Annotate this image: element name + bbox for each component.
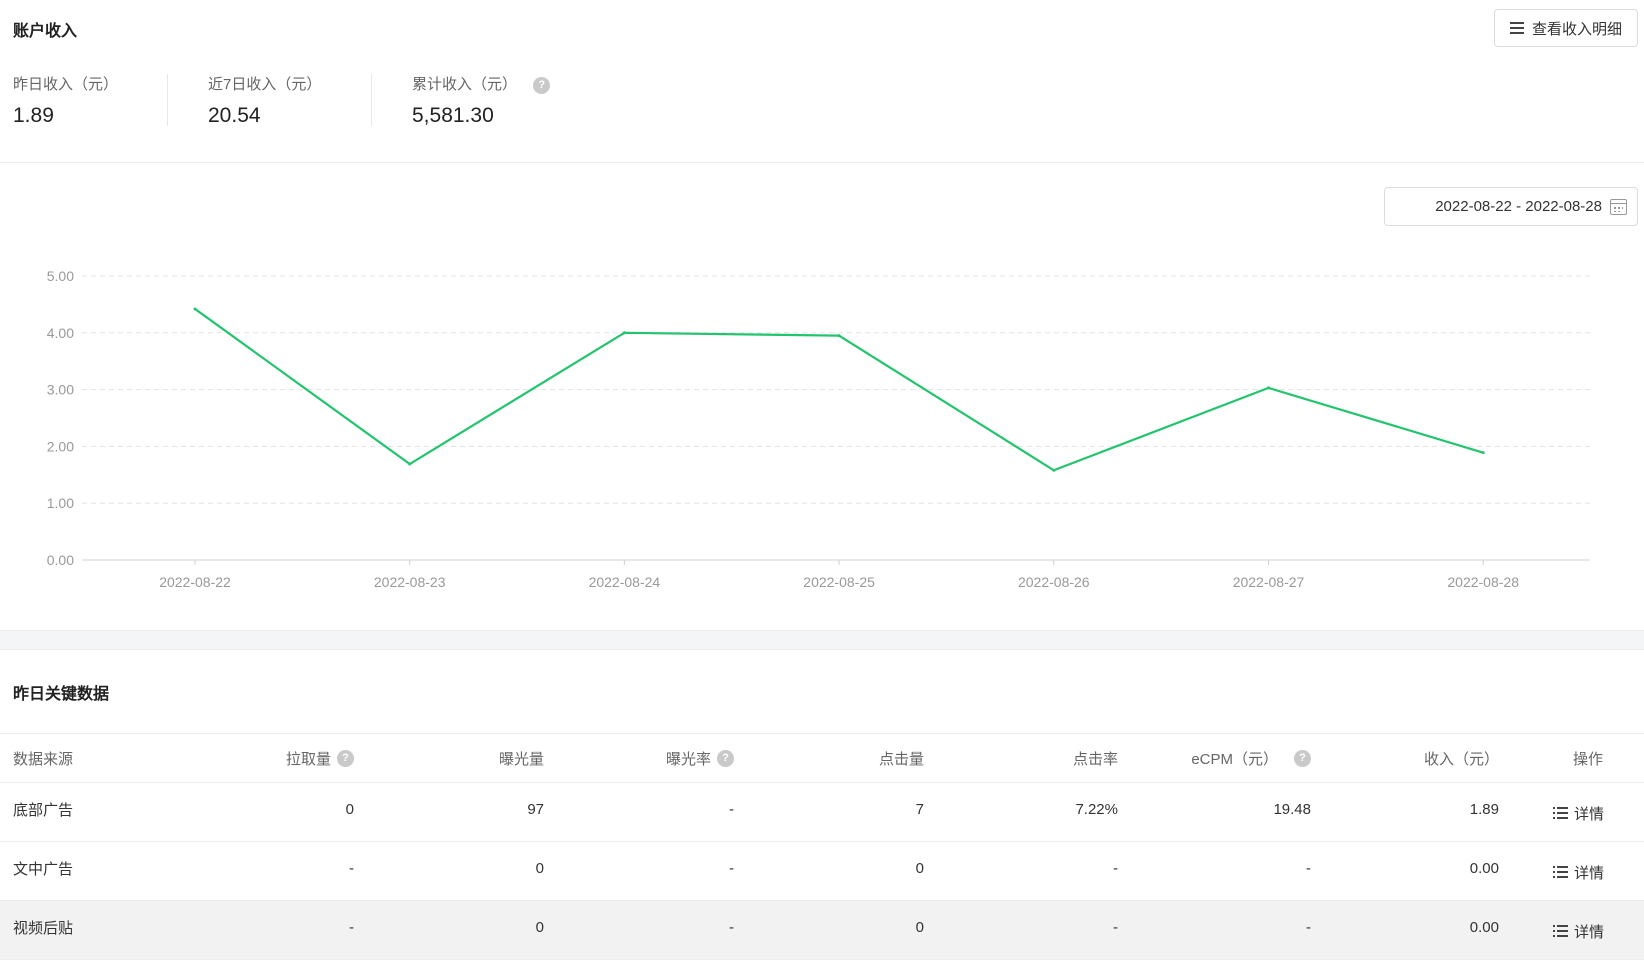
data-point [1052, 468, 1056, 472]
help-icon[interactable]: ? [337, 749, 354, 767]
stat-7days-label: 近7日收入（元） [208, 76, 322, 93]
section-separator [0, 630, 1644, 650]
y-tick-label: 3.00 [47, 382, 74, 398]
header-ecpm: eCPM（元）? [1191, 734, 1311, 782]
view-income-detail-button[interactable]: 查看收入明细 [1494, 9, 1638, 47]
cell-exposure-rate: - [729, 918, 734, 936]
detail-link-label: 详情 [1573, 923, 1604, 941]
y-tick-label: 1.00 [47, 495, 74, 511]
header-clicks: 点击量 [878, 750, 924, 768]
x-tick-label: 2022-08-26 [1018, 574, 1090, 590]
help-icon[interactable]: ? [1294, 749, 1311, 767]
header-exposure: 曝光量 [498, 750, 544, 768]
cell-income: 1.89 [1469, 800, 1499, 818]
detail-link-label: 详情 [1573, 805, 1604, 823]
data-point [193, 307, 197, 311]
data-point [408, 462, 412, 466]
x-tick-label: 2022-08-28 [1447, 574, 1519, 590]
x-tick-label: 2022-08-22 [159, 574, 231, 590]
header-actions: 操作 [1572, 750, 1603, 768]
header-exposure-rate: 曝光率? [666, 734, 734, 782]
stat-yesterday-label: 昨日收入（元） [13, 76, 119, 93]
stat-total-label-text: 累计收入（元） [412, 76, 518, 93]
help-icon[interactable]: ? [717, 749, 734, 767]
cell-exposure-rate: - [729, 800, 734, 818]
table-row: 视频后贴 - 0 - 0 - - 0.00 详情 [0, 901, 1644, 960]
x-tick-label: 2022-08-25 [803, 574, 875, 590]
data-point [622, 331, 626, 335]
table-row: 底部广告 0 97 - 7 7.22% 19.48 1.89 详情 [0, 783, 1644, 842]
calendar-icon [1610, 198, 1627, 215]
header-ecpm-label: eCPM（元） [1191, 750, 1278, 768]
cell-source: 底部广告 [13, 801, 74, 819]
header-income: 收入（元） [1423, 750, 1499, 768]
x-tick-label: 2022-08-27 [1233, 574, 1305, 590]
data-point [1481, 451, 1485, 455]
cell-ecpm: 19.48 [1273, 800, 1311, 818]
header-pull-label: 拉取量 [285, 750, 331, 768]
list-icon [1552, 807, 1568, 819]
key-data-table: 数据来源 拉取量? 曝光量 曝光率? 点击量 点击率 eCPM（元）? 收入（元… [0, 733, 1644, 960]
cell-exposure: 0 [535, 918, 544, 936]
cell-pull: - [349, 918, 354, 936]
view-income-detail-label: 查看收入明细 [1531, 20, 1622, 38]
data-point [1267, 386, 1270, 390]
stat-yesterday-value: 1.89 [13, 104, 54, 127]
table-header-row: 数据来源 拉取量? 曝光量 曝光率? 点击量 点击率 eCPM（元）? 收入（元… [0, 733, 1644, 783]
income-line-chart: 0.00 1.00 2.00 3.00 4.00 5.00 2022-08-22 2022-0… [47, 268, 1590, 590]
cell-source: 文中广告 [13, 860, 74, 878]
stat-divider [167, 74, 168, 126]
stat-divider [371, 74, 372, 126]
table-row: 文中广告 - 0 - 0 - - 0.00 详情 [0, 842, 1644, 901]
stat-total: 累计收入（元） ? 5,581.30 [412, 73, 551, 128]
account-income-title: 账户收入 [13, 23, 78, 40]
header-exposure-rate-label: 曝光率 [665, 750, 711, 768]
y-tick-label: 2.00 [47, 438, 74, 454]
stat-7days-value: 20.54 [208, 104, 261, 127]
cell-ctr: 7.22% [1075, 800, 1118, 818]
cell-exposure: 97 [527, 800, 544, 818]
y-tick-label: 5.00 [47, 268, 74, 284]
cell-clicks: 7 [915, 800, 924, 818]
y-tick-label: 0.00 [47, 552, 74, 568]
detail-link[interactable]: 详情 [1552, 901, 1604, 959]
data-point [837, 334, 841, 338]
menu-icon [1509, 22, 1524, 34]
date-range-value: 2022-08-22 - 2022-08-28 [1435, 198, 1602, 215]
detail-link[interactable]: 详情 [1552, 783, 1604, 841]
cell-pull: - [349, 859, 354, 877]
cell-source: 视频后贴 [13, 919, 74, 937]
help-icon[interactable]: ? [533, 76, 551, 94]
cell-ctr: - [1113, 918, 1118, 936]
cell-pull: 0 [345, 800, 354, 818]
detail-link-label: 详情 [1573, 864, 1604, 882]
stat-7days: 近7日收入（元） 20.54 [208, 73, 321, 128]
x-tick-label: 2022-08-23 [374, 574, 446, 590]
cell-exposure-rate: - [729, 859, 734, 877]
header-ctr: 点击率 [1072, 750, 1118, 768]
detail-link[interactable]: 详情 [1552, 842, 1604, 900]
stat-yesterday: 昨日收入（元） 1.89 [13, 73, 118, 128]
cell-clicks: 0 [915, 859, 924, 877]
key-data-title: 昨日关键数据 [13, 686, 110, 703]
cell-ctr: - [1113, 859, 1118, 877]
x-tick-label: 2022-08-24 [589, 574, 661, 590]
stat-total-label: 累计收入（元） ? [412, 73, 551, 94]
cell-income: 0.00 [1469, 859, 1499, 877]
y-tick-label: 4.00 [47, 325, 74, 341]
cell-clicks: 0 [915, 918, 924, 936]
cell-exposure: 0 [535, 859, 544, 877]
list-icon [1552, 925, 1568, 937]
cell-income: 0.00 [1469, 918, 1499, 936]
list-icon [1552, 866, 1568, 878]
header-pull: 拉取量? [286, 734, 354, 782]
date-range-picker[interactable]: 2022-08-22 - 2022-08-28 [1384, 187, 1638, 226]
header-source: 数据来源 [13, 750, 74, 768]
cell-ecpm: - [1306, 859, 1311, 877]
cell-ecpm: - [1306, 918, 1311, 936]
stat-total-value: 5,581.30 [412, 104, 494, 127]
divider [0, 162, 1644, 163]
